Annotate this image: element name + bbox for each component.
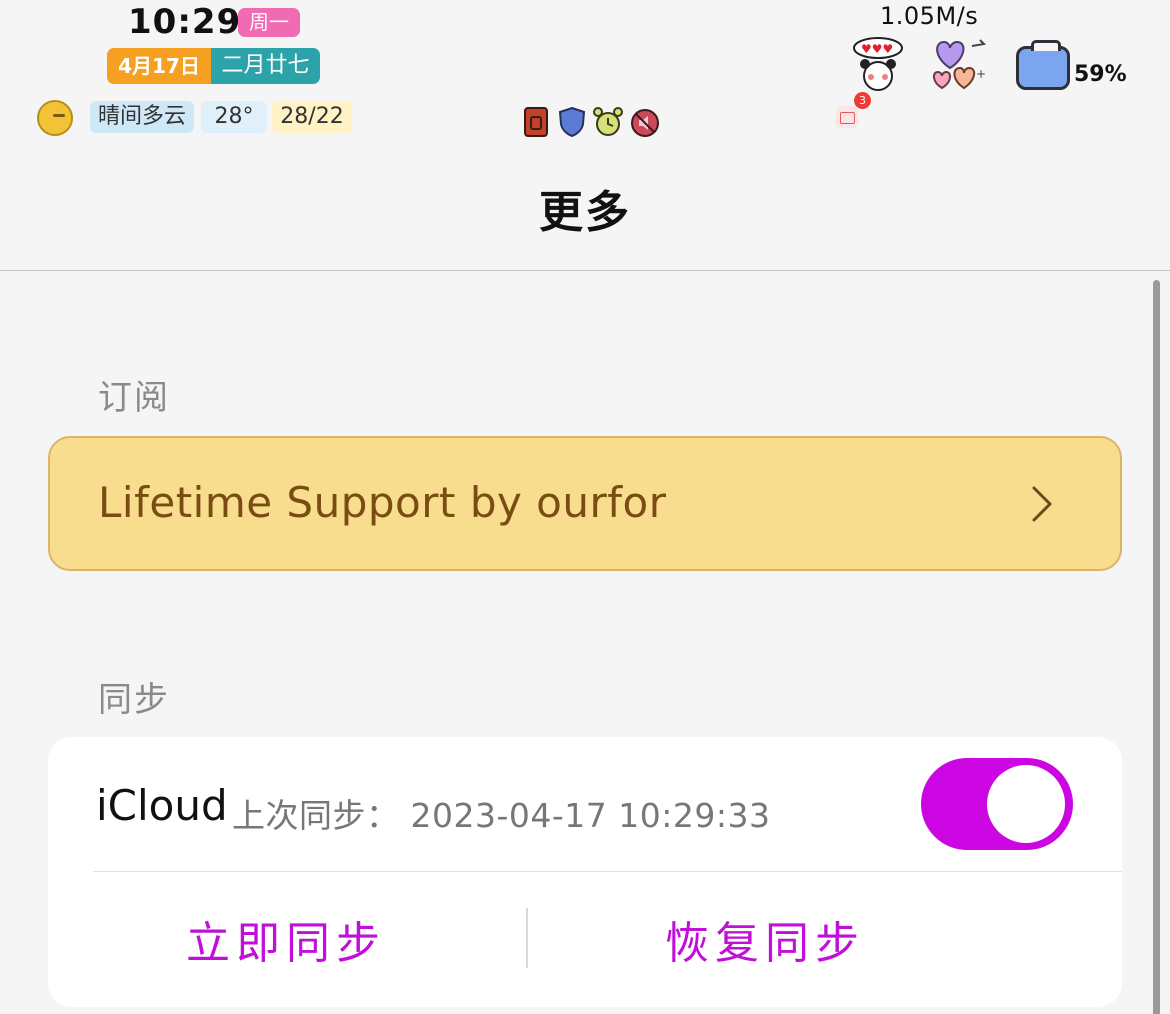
weather-temperature: 28° bbox=[201, 101, 267, 133]
mail-icon bbox=[836, 106, 858, 128]
moon-weather-icon bbox=[37, 100, 73, 136]
panda-sticker-icon: ♥♥♥ bbox=[853, 37, 903, 91]
last-sync-text: 上次同步： 2023-04-17 10:29:33 bbox=[232, 796, 771, 835]
card-divider bbox=[93, 871, 1122, 872]
subscription-section-title: 订阅 bbox=[98, 378, 170, 418]
button-divider bbox=[526, 908, 528, 968]
sync-section-title: 同步 bbox=[98, 680, 170, 720]
page-title: 更多 bbox=[539, 187, 631, 238]
shield-icon bbox=[558, 106, 586, 138]
svg-text:♥♥♥: ♥♥♥ bbox=[861, 42, 893, 56]
date-badge: 4月17日 bbox=[107, 48, 211, 84]
mute-icon bbox=[631, 109, 659, 137]
weather-condition: 晴间多云 bbox=[90, 101, 194, 133]
lunar-date-badge: 二月廿七 bbox=[211, 48, 320, 84]
clock-time: 10:29 bbox=[128, 2, 242, 42]
restore-sync-button[interactable]: 恢复同步 bbox=[615, 907, 915, 969]
alarm-clock-icon bbox=[593, 107, 623, 136]
icloud-sync-card: iCloud 上次同步： 2023-04-17 10:29:33 立即同步 恢复… bbox=[48, 737, 1122, 1007]
icloud-label: iCloud bbox=[96, 781, 228, 830]
chevron-right-icon bbox=[1032, 486, 1052, 522]
nav-divider bbox=[0, 270, 1170, 271]
sim-card-icon bbox=[524, 107, 548, 137]
battery-icon bbox=[1016, 40, 1070, 90]
battery-percent: 59% bbox=[1074, 62, 1127, 87]
more-screen: 10:29 周一 4月17日 二月廿七 晴间多云 28° 28/22 3 1.0… bbox=[0, 0, 1170, 1014]
network-speed: 1.05M/s bbox=[880, 2, 979, 30]
icloud-sync-toggle[interactable] bbox=[921, 758, 1073, 850]
weekday-badge: 周一 bbox=[238, 8, 300, 37]
lifetime-support-label: Lifetime Support by ourfor bbox=[98, 478, 667, 527]
hearts-sticker-icon: + bbox=[932, 39, 987, 90]
sync-now-button[interactable]: 立即同步 bbox=[136, 907, 436, 969]
lifetime-support-row[interactable]: Lifetime Support by ourfor bbox=[48, 436, 1122, 571]
weather-range: 28/22 bbox=[272, 101, 352, 133]
scrollbar[interactable] bbox=[1153, 280, 1160, 1014]
toggle-knob bbox=[987, 765, 1065, 843]
svg-text:+: + bbox=[976, 67, 986, 81]
mail-badge-count: 3 bbox=[854, 92, 871, 109]
